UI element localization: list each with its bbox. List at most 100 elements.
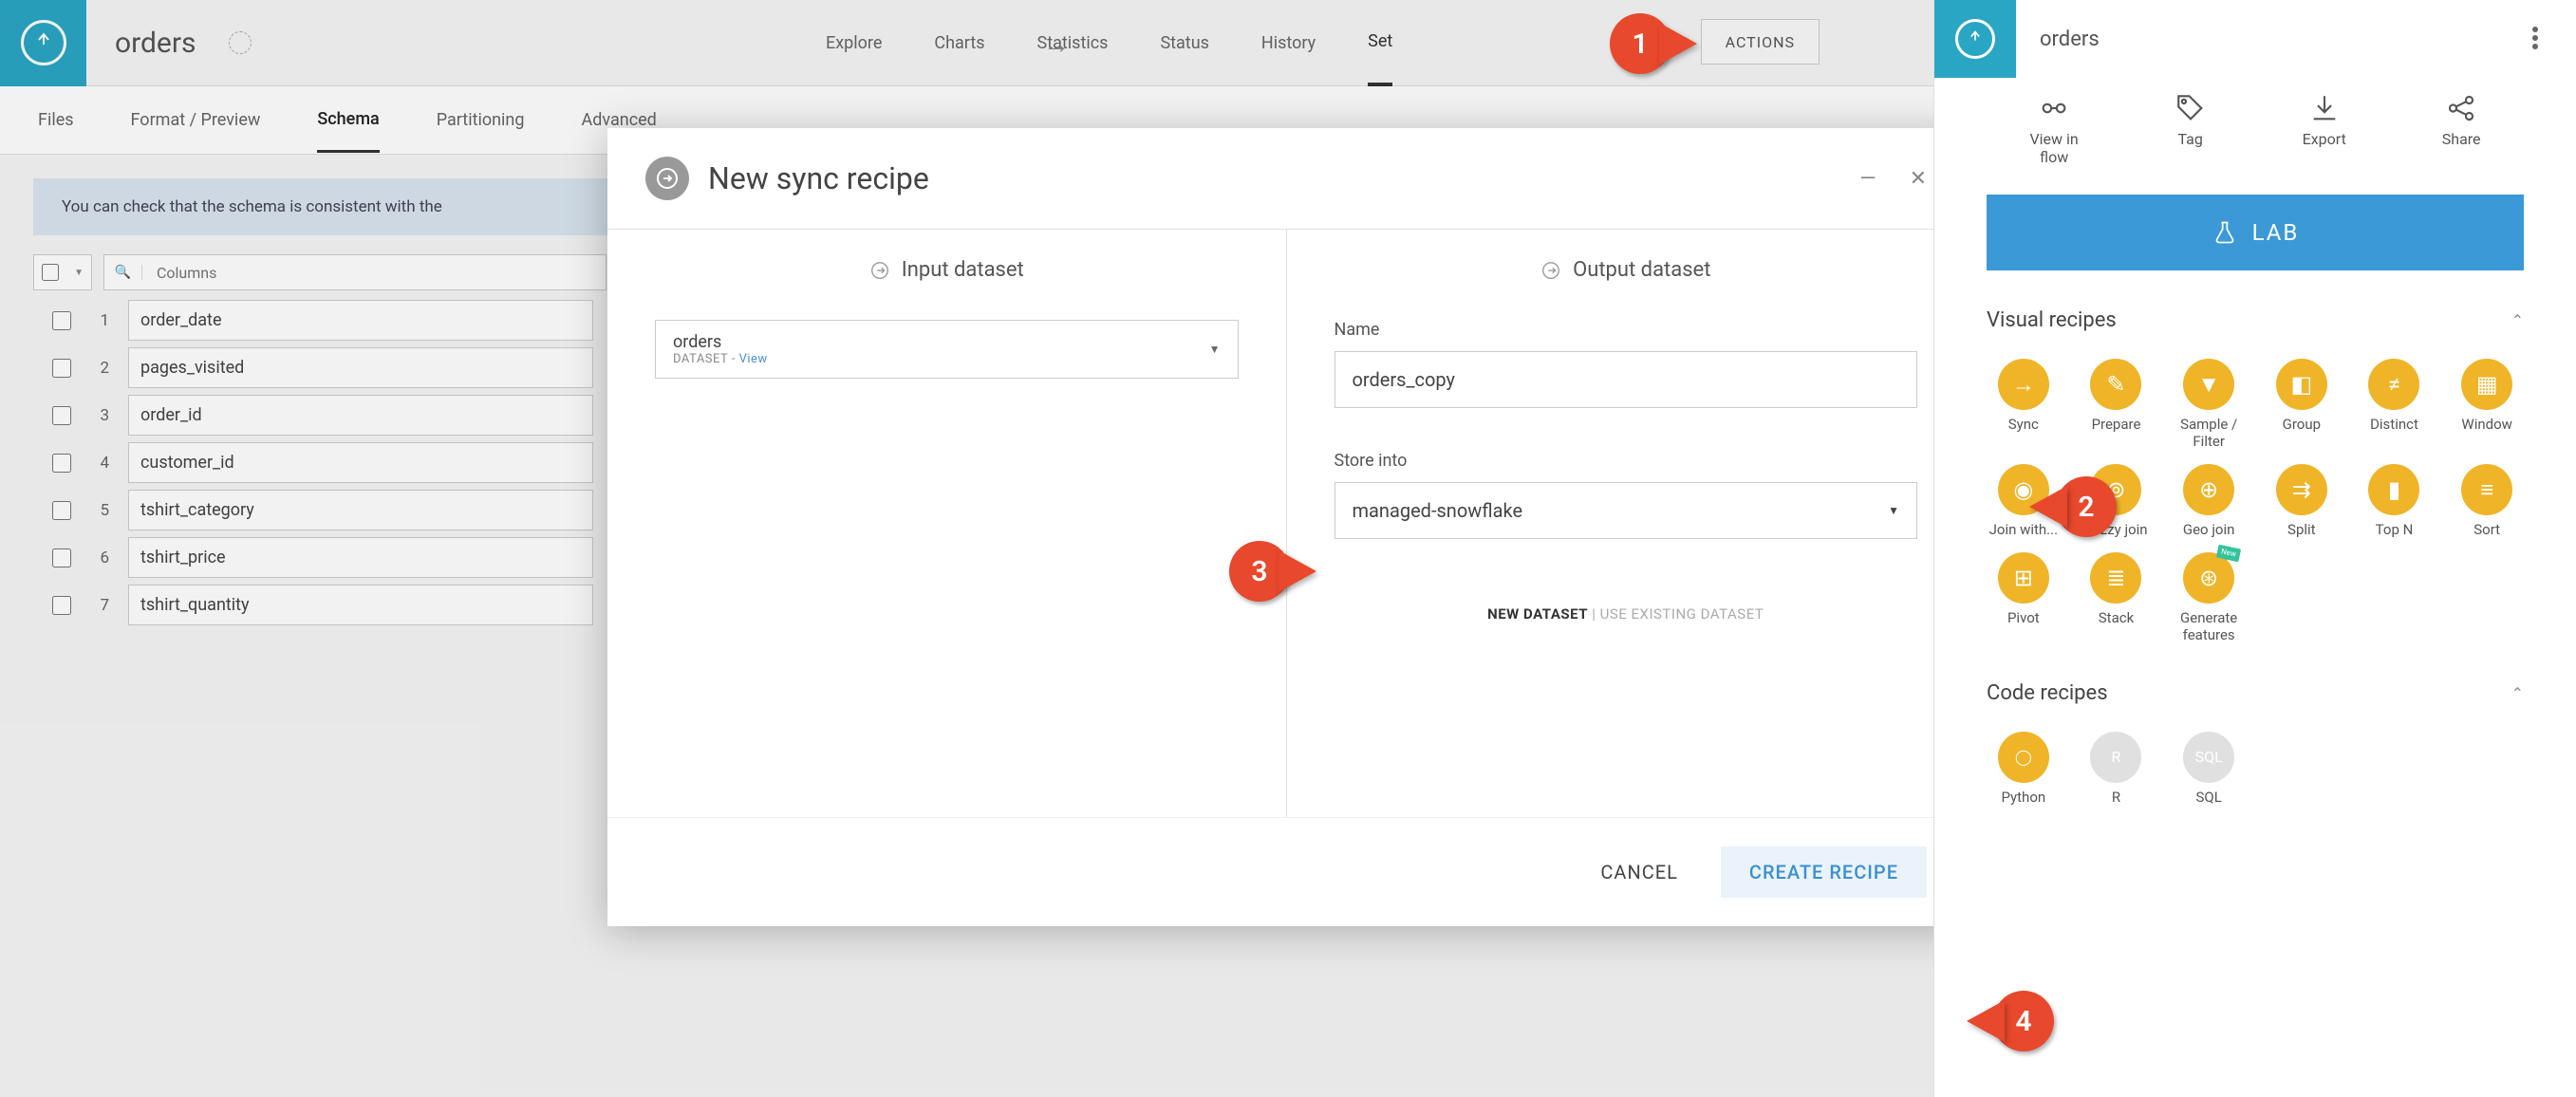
nav-charts[interactable]: Charts [934, 2, 984, 84]
nav-explore[interactable]: Explore [826, 2, 882, 84]
output-name-input[interactable] [1335, 351, 1918, 408]
nav-status[interactable]: Status [1160, 2, 1208, 84]
select-all-dropdown-icon[interactable]: ▼ [74, 268, 84, 278]
share-button[interactable]: Share [2442, 92, 2481, 166]
close-icon[interactable]: ✕ [1910, 167, 1927, 191]
recipe-pivot[interactable]: ⊞Pivot [1982, 552, 2065, 643]
recipe-label: R [2112, 789, 2120, 806]
row-checkbox[interactable] [52, 359, 71, 378]
refresh-icon[interactable] [229, 31, 252, 54]
new-dataset-toggle[interactable]: NEW DATASET [1487, 605, 1588, 623]
input-dataset-select[interactable]: orders DATASET - View ▼ [655, 320, 1239, 379]
recipe-icon: ▼ [2183, 359, 2234, 410]
side-logo[interactable] [1934, 0, 2016, 78]
recipe-top-n[interactable]: ▮Top N [2353, 464, 2436, 538]
modal-footer: CANCEL CREATE RECIPE [607, 817, 1965, 926]
side-title: orders [2016, 28, 2123, 51]
code-recipe-r[interactable]: RR [2075, 732, 2158, 806]
recipe-label: Window [2461, 416, 2512, 433]
column-name-field[interactable]: order_id [128, 395, 593, 436]
recipe-sample-filter[interactable]: ▼Sample / Filter [2167, 359, 2250, 450]
input-dataset-name: orders [673, 332, 768, 352]
create-recipe-button[interactable]: CREATE RECIPE [1721, 846, 1927, 898]
input-dataset-view-link[interactable]: View [739, 352, 768, 366]
recipe-label: Stack [2099, 609, 2134, 626]
visual-recipes-grid: →Sync ✎ Prepare ▼Sample / Filter◧Group≠Dist… [1934, 351, 2576, 662]
subnav-files[interactable]: Files [38, 89, 74, 151]
recipe-split[interactable]: ⇉Split [2260, 464, 2343, 538]
code-recipe-sql[interactable]: SQLSQL [2167, 732, 2250, 806]
next-arrow-icon[interactable]: → [1043, 28, 1070, 60]
input-header: Input dataset [655, 258, 1239, 282]
sync-icon [645, 157, 689, 200]
recipe-generate-features[interactable]: ⊛NewGenerate features [2167, 552, 2250, 643]
select-all-checkbox[interactable]: ▼ [33, 254, 92, 290]
select-all-box[interactable] [42, 264, 59, 281]
minimize-icon[interactable]: — [1859, 167, 1876, 191]
row-checkbox[interactable] [52, 311, 71, 330]
column-name-field[interactable]: pages_visited [128, 347, 593, 388]
row-number: 7 [90, 596, 109, 615]
recipe-distinct[interactable]: ≠Distinct [2353, 359, 2436, 450]
tag-label: Tag [2178, 130, 2203, 148]
tag-button[interactable]: Tag [2175, 92, 2207, 166]
recipe-icon: ◯ [1998, 732, 2049, 783]
app-logo[interactable] [0, 0, 86, 86]
view-in-flow-button[interactable]: View in flow [2029, 92, 2078, 166]
subnav-schema[interactable]: Schema [317, 88, 379, 153]
code-recipe-python[interactable]: ◯Python [1982, 732, 2065, 806]
column-name-field[interactable]: tshirt_category [128, 490, 593, 530]
recipe-label: SQL [2196, 789, 2222, 806]
recipe-sort[interactable]: ≡Sort [2445, 464, 2529, 538]
row-number: 1 [90, 311, 109, 330]
subnav-partitioning[interactable]: Partitioning [437, 89, 525, 151]
store-into-label: Store into [1335, 451, 1918, 471]
recipe-label: Geo join [2183, 521, 2235, 538]
recipe-icon: ≣ [2090, 552, 2141, 604]
input-header-label: Input dataset [902, 258, 1024, 282]
row-checkbox[interactable] [52, 548, 71, 567]
recipe-join-with-[interactable]: ◉Join with... [1982, 464, 2065, 538]
recipe-window[interactable]: ▦Window [2445, 359, 2529, 450]
recipe-label: Top N [2376, 521, 2414, 538]
recipe-icon: ✎ [2090, 359, 2141, 410]
subnav-format[interactable]: Format / Preview [131, 89, 261, 151]
row-checkbox[interactable] [52, 501, 71, 520]
chevron-down-icon: ▼ [1209, 343, 1221, 356]
recipe-label: Generate features [2167, 609, 2250, 643]
nav-settings[interactable]: Set [1368, 0, 1392, 86]
search-icon: 🔍 [104, 265, 142, 280]
code-recipes-header[interactable]: Code recipes ⌃ [1934, 662, 2576, 724]
column-name-field[interactable]: order_date [128, 300, 593, 341]
column-name-field[interactable]: tshirt_quantity [128, 585, 593, 625]
lab-button[interactable]: LAB [1987, 195, 2524, 270]
recipe-group[interactable]: ◧Group [2260, 359, 2343, 450]
chevron-up-icon: ⌃ [2511, 684, 2524, 702]
recipe-prepare[interactable]: ✎ Prepare [2075, 359, 2158, 450]
column-name-field[interactable]: customer_id [128, 442, 593, 483]
nav-history[interactable]: History [1261, 2, 1316, 84]
more-menu-icon[interactable] [2532, 27, 2538, 49]
column-search[interactable]: 🔍 [103, 254, 607, 290]
recipe-label: Split [2287, 521, 2316, 538]
column-search-input[interactable] [142, 264, 606, 282]
cancel-button[interactable]: CANCEL [1577, 846, 1702, 898]
column-name-field[interactable]: tshirt_price [128, 537, 593, 578]
recipe-fuzzy-join[interactable]: ⊚Fuzzy join [2075, 464, 2158, 538]
dataset-mode-toggle[interactable]: NEW DATASET | USE EXISTING DATASET [1335, 605, 1918, 623]
row-checkbox[interactable] [52, 596, 71, 615]
recipe-geo-join[interactable]: ⊕Geo join [2167, 464, 2250, 538]
dataset-title: orders [86, 27, 224, 60]
actions-button[interactable]: ACTIONS [1701, 19, 1820, 65]
row-number: 4 [90, 454, 109, 473]
recipe-stack[interactable]: ≣ Stack [2075, 552, 2158, 643]
store-into-select[interactable]: managed-snowflake ▼ [1335, 482, 1918, 539]
row-checkbox[interactable] [52, 406, 71, 425]
recipe-label: Prepare [2092, 416, 2141, 433]
existing-dataset-toggle[interactable]: USE EXISTING DATASET [1600, 605, 1764, 623]
share-label: Share [2442, 130, 2481, 148]
export-button[interactable]: Export [2303, 92, 2346, 166]
recipe-sync[interactable]: →Sync [1982, 359, 2065, 450]
visual-recipes-header[interactable]: Visual recipes ⌃ [1934, 289, 2576, 351]
row-checkbox[interactable] [52, 454, 71, 473]
